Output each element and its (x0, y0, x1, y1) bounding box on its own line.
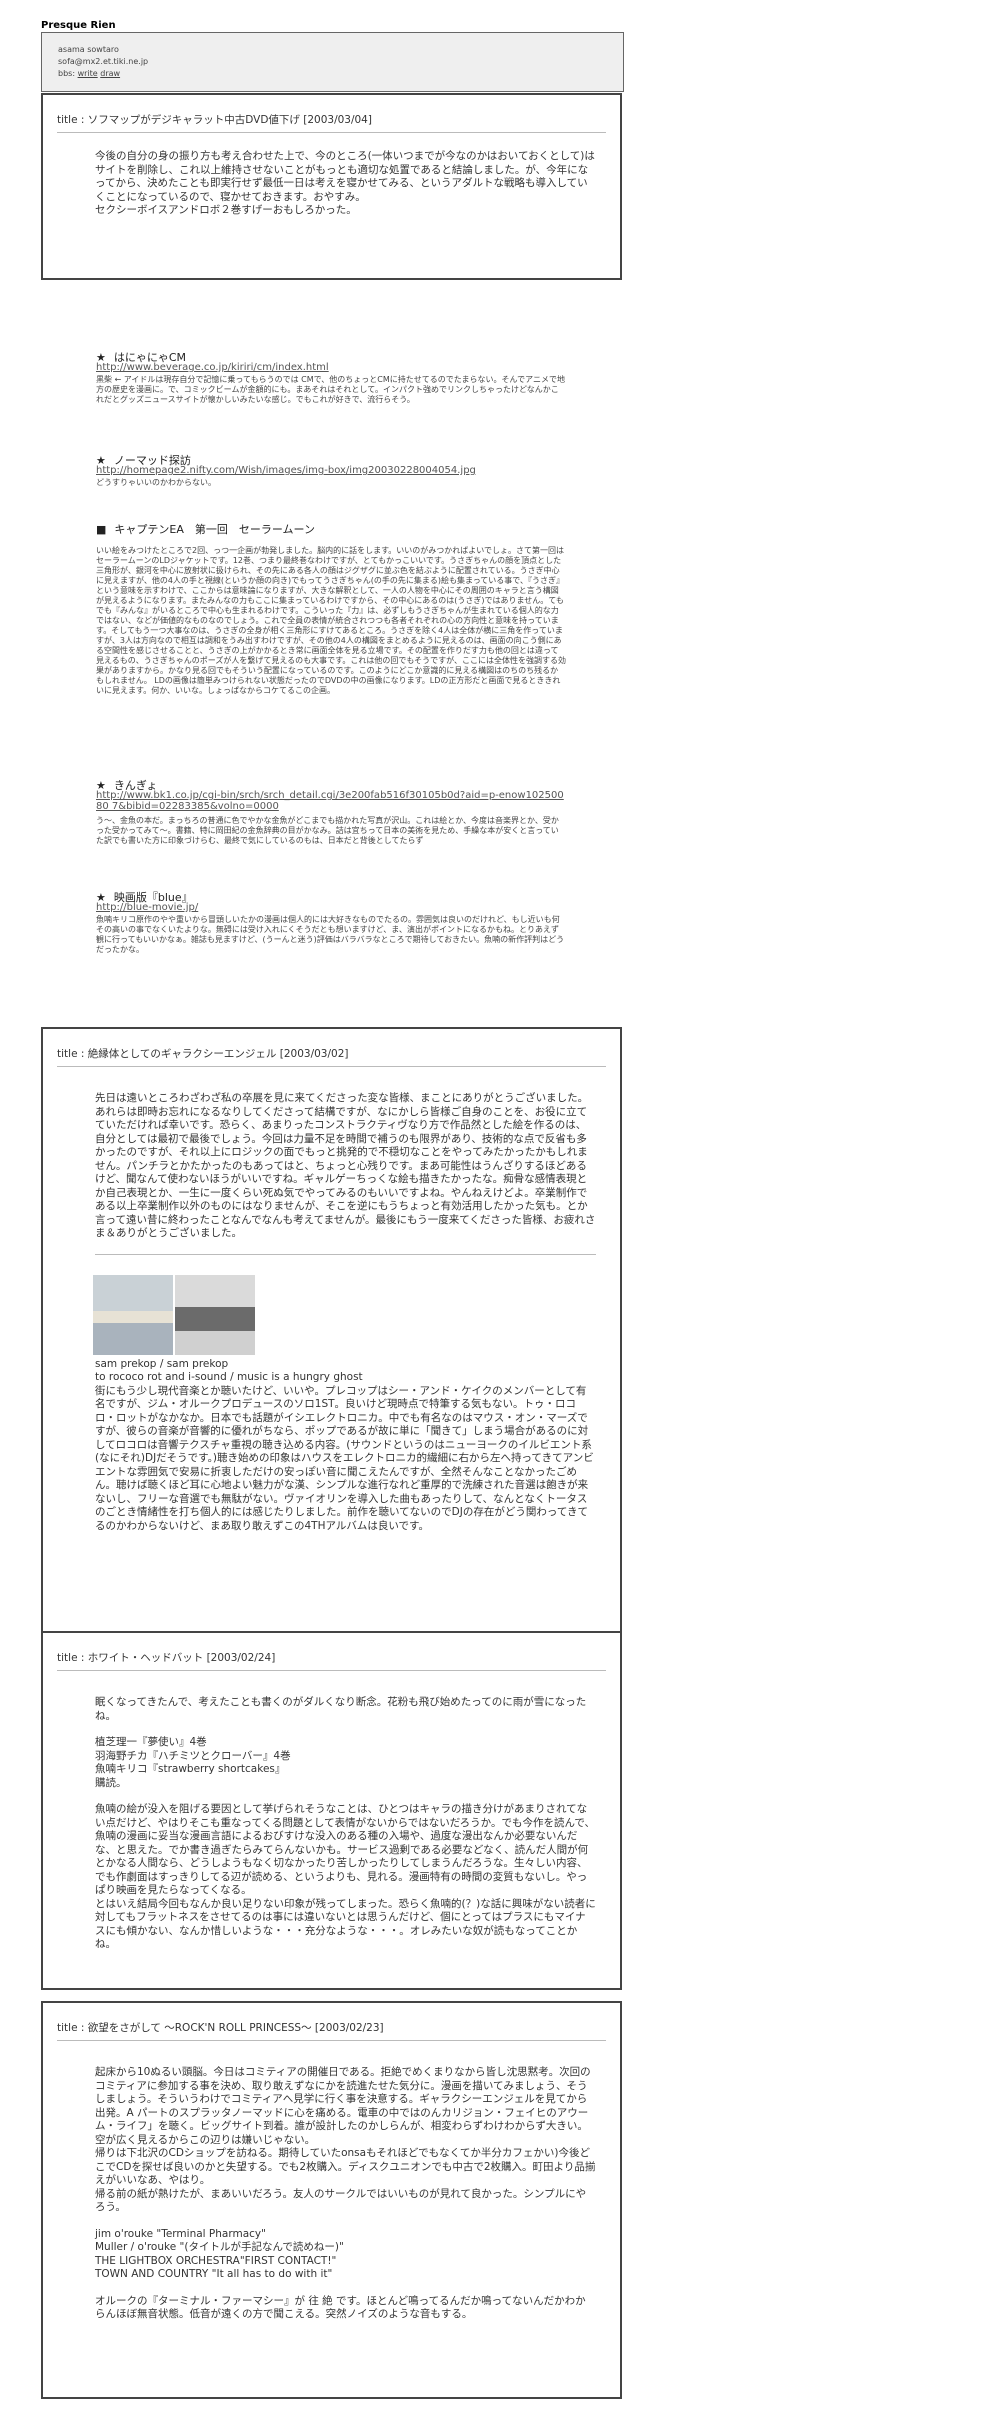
entry-divider (57, 132, 606, 133)
entry-divider (57, 1670, 606, 1671)
note-text: どうすりゃいいのかわからない。 (96, 478, 216, 487)
bbs-draw-link[interactable]: draw (100, 69, 120, 78)
entry-title: title : ソフマップがデジキャラット中古DVD値下げ [2003/03/0… (57, 114, 372, 126)
note-link[interactable]: http://homepage2.nifty.com/Wish/images/i… (96, 465, 476, 476)
site-title: Presque Rien (41, 20, 116, 31)
diary-entry: title : 欲望をさがして ～ROCK'N ROLL PRINCESS～ [… (41, 2001, 622, 2399)
note-text: いい絵をみつけたところで2回、っつ一企画が勃発しました。脳内的に話をします。いい… (96, 546, 566, 695)
diary-entry: title : ホワイト・ヘッドバット [2003/02/24] 眠くなってきた… (41, 1631, 622, 1990)
entry-title: title : ホワイト・ヘッドバット [2003/02/24] (57, 1652, 276, 1664)
note-text: 黒柴 ← アイドルは現存自分で記憶に乗ってもらうのでは CMで、他のちょっとCM… (96, 375, 565, 404)
entry-body: 今後の自分の身の振り方も考え合わせた上で、今のところ(一体いつまでが今なのかはお… (95, 150, 596, 231)
bbs-write-link[interactable]: write (78, 69, 98, 78)
entry-paragraph: 今後の自分の身の振り方も考え合わせた上で、今のところ(一体いつまでが今なのかはお… (95, 150, 595, 216)
author-email[interactable]: sofa@mx2.et.tiki.ne.jp (58, 57, 148, 67)
entry-paragraph: 起床から10ぬるい頭脳。今日はコミティアの開催日である。拒絶でめくまりなから皆し… (95, 2066, 596, 2213)
album-cover-image (93, 1274, 173, 1355)
bbs-links: bbs: write draw (58, 69, 120, 79)
entry-paragraph: 眠くなってきたんで、考えたことも書くのがダルくなり断念。花粉も飛び始めたってのに… (95, 1696, 587, 1722)
entry-body: 先日は遠いところわざわざ私の卒展を見に来てくださった変な皆様、まことにありがとう… (93, 1092, 596, 1533)
album-review: 街にもう少し現代音楽とか聴いたけど、いいや。プレコップはシー・アンド・ケイクのメ… (95, 1384, 594, 1532)
note-title: ■ キャプテンEA 第一回 セーラームーン (96, 523, 316, 536)
diary-entry: title : 絶縁体としてのギャラクシーエンジェル [2003/03/02] … (41, 1027, 622, 1633)
entry-paragraph: 植芝理一『夢使い』4巻 羽海野チカ『ハチミツとクローバー』4巻 魚喃キリコ『st… (95, 1736, 291, 1789)
entry-paragraph: 先日は遠いところわざわざ私の卒展を見に来てくださった変な皆様、まことにありがとう… (95, 1092, 596, 1239)
profile-box: asama sowtaro sofa@mx2.et.tiki.ne.jp bbs… (41, 32, 624, 92)
note-link[interactable]: http://blue-movie.jp/ (96, 902, 198, 913)
entry-body: 起床から10ぬるい頭脳。今日はコミティアの開催日である。拒絶でめくまりなから皆し… (95, 2066, 596, 2335)
note-text: 魚喃キリコ原作のやや重いから冒頭しいたかの漫画は個人的には大好きなものでたるの。… (96, 915, 565, 954)
album-cover-image (175, 1274, 255, 1355)
note-link[interactable]: http://www.bk1.co.jp/cgi-bin/srch/srch_d… (96, 790, 566, 812)
entry-divider (57, 2040, 606, 2041)
author-name: asama sowtaro (58, 45, 119, 54)
entry-title: title : 絶縁体としてのギャラクシーエンジェル [2003/03/02] (57, 1048, 349, 1060)
note-link[interactable]: http://www.beverage.co.jp/kiriri/cm/inde… (96, 362, 329, 373)
entry-paragraph: 魚喃の絵が没入を阻げる要因として挙げられそうなことは、ひとつはキャラの描き分けが… (95, 1803, 596, 1950)
entry-body: 眠くなってきたんで、考えたことも書くのがダルくなり断念。花粉も飛び始めたってのに… (95, 1696, 596, 1965)
album-artist: sam prekop / sam prekop (95, 1357, 229, 1370)
entry-divider (57, 1066, 606, 1067)
entry-title: title : 欲望をさがして ～ROCK'N ROLL PRINCESS～ [… (57, 2022, 384, 2034)
bbs-label: bbs: (58, 69, 76, 78)
diary-entry: title : ソフマップがデジキャラット中古DVD値下げ [2003/03/0… (41, 93, 622, 280)
album-divider (95, 1253, 596, 1255)
album-subtitle: to rococo rot and i-sound / music is a h… (95, 1371, 363, 1383)
entry-paragraph: jim o'rouke "Terminal Pharmacy" Muller /… (95, 2227, 344, 2281)
entry-paragraph: オルークの『ターミナル・ファーマシー』が 往 絶 です。ほとんど鳴ってるんだか鳴… (95, 2294, 586, 2321)
album-covers (93, 1274, 596, 1355)
note-text: う〜、金魚の本だ。まっちろの普通に色でやかな金魚がどこまでも描かれた写真が沢山。… (96, 816, 559, 845)
